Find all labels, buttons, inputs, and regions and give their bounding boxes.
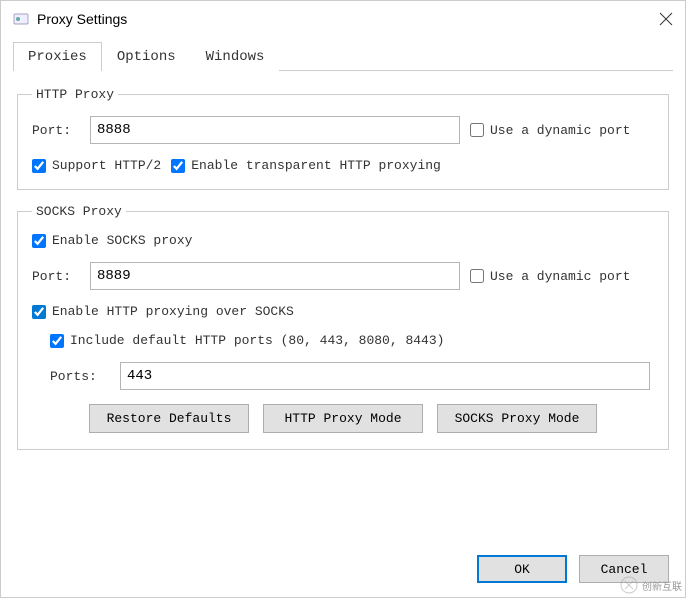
socks-port-input[interactable] xyxy=(90,262,460,290)
http-proxy-group: HTTP Proxy Port: Use a dynamic port Supp… xyxy=(17,87,669,190)
socks-ports-input[interactable] xyxy=(120,362,650,390)
http-dynamic-port-checkbox[interactable]: Use a dynamic port xyxy=(470,123,630,138)
socks-port-label: Port: xyxy=(32,269,80,284)
http-proxy-mode-button[interactable]: HTTP Proxy Mode xyxy=(263,404,423,433)
socks-dynamic-port-label: Use a dynamic port xyxy=(490,269,630,284)
tab-strip: Proxies Options Windows xyxy=(13,41,673,71)
enable-http-over-socks-checkbox[interactable]: Enable HTTP proxying over SOCKS xyxy=(32,304,294,319)
support-http2-checkbox[interactable]: Support HTTP/2 xyxy=(32,158,161,173)
ok-button[interactable]: OK xyxy=(477,555,567,583)
enable-http-over-socks-label: Enable HTTP proxying over SOCKS xyxy=(52,304,294,319)
socks-ports-label: Ports: xyxy=(50,369,110,384)
http-proxy-legend: HTTP Proxy xyxy=(32,87,118,102)
http-dynamic-port-label: Use a dynamic port xyxy=(490,123,630,138)
tab-proxies[interactable]: Proxies xyxy=(13,42,102,71)
enable-transparent-label: Enable transparent HTTP proxying xyxy=(191,158,441,173)
http-port-label: Port: xyxy=(32,123,80,138)
socks-proxy-mode-button[interactable]: SOCKS Proxy Mode xyxy=(437,404,597,433)
http-port-input[interactable] xyxy=(90,116,460,144)
close-icon[interactable] xyxy=(659,12,673,26)
cancel-button[interactable]: Cancel xyxy=(579,555,669,583)
include-default-ports-checkbox[interactable]: Include default HTTP ports (80, 443, 808… xyxy=(50,333,444,348)
restore-defaults-button[interactable]: Restore Defaults xyxy=(89,404,249,433)
titlebar: Proxy Settings xyxy=(1,1,685,41)
enable-transparent-checkbox[interactable]: Enable transparent HTTP proxying xyxy=(171,158,441,173)
app-icon xyxy=(13,11,29,27)
tab-options[interactable]: Options xyxy=(102,42,191,71)
tab-windows[interactable]: Windows xyxy=(191,42,280,71)
window-title: Proxy Settings xyxy=(37,11,127,27)
dialog-footer: OK Cancel xyxy=(1,545,685,597)
socks-dynamic-port-checkbox[interactable]: Use a dynamic port xyxy=(470,269,630,284)
socks-proxy-group: SOCKS Proxy Enable SOCKS proxy Port: Use… xyxy=(17,204,669,450)
socks-proxy-legend: SOCKS Proxy xyxy=(32,204,126,219)
enable-socks-label: Enable SOCKS proxy xyxy=(52,233,192,248)
include-default-ports-label: Include default HTTP ports (80, 443, 808… xyxy=(70,333,444,348)
enable-socks-checkbox[interactable]: Enable SOCKS proxy xyxy=(32,233,192,248)
support-http2-label: Support HTTP/2 xyxy=(52,158,161,173)
